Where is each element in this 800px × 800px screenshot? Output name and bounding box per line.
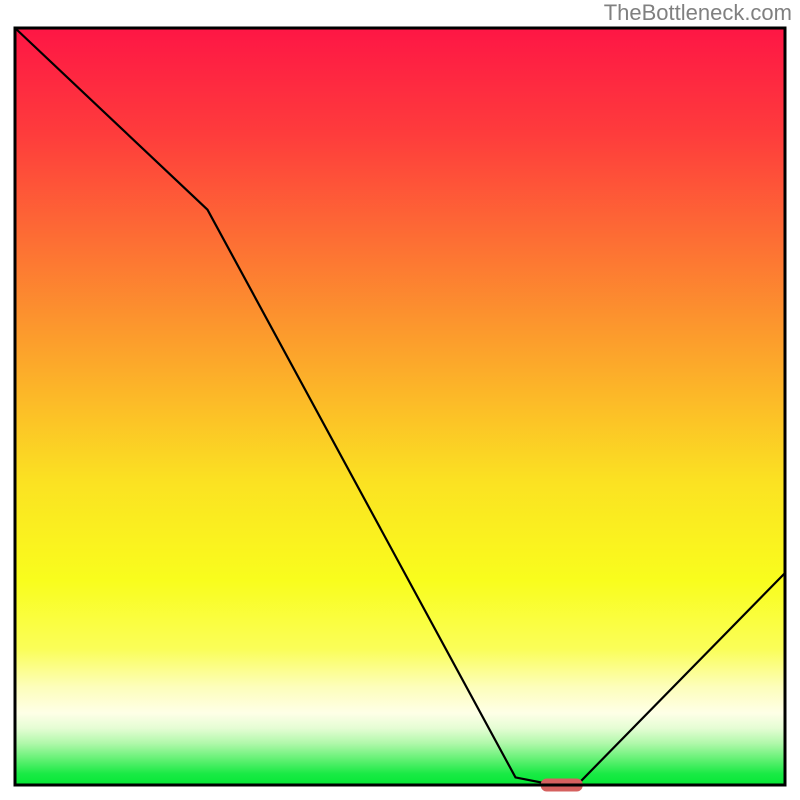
watermark-text: TheBottleneck.com [604,0,792,26]
plot-area [15,28,785,792]
bottleneck-chart [0,0,800,800]
chart-container: TheBottleneck.com [0,0,800,800]
gradient-background [15,28,785,785]
